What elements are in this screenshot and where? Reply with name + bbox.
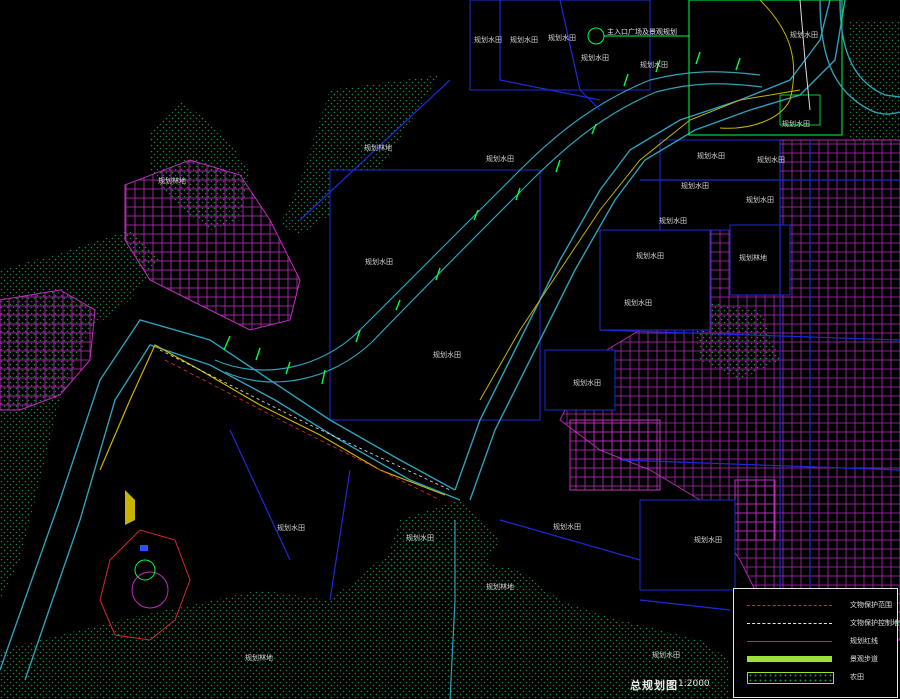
map-label: 规划水田 — [548, 34, 576, 42]
map-label: 规划林地 — [486, 583, 514, 591]
map-label: 规划水田 — [694, 536, 722, 544]
legend: 文物保护范围 文物保护控制地带 规划红线 景观步道 农田 — [733, 588, 900, 698]
map-label: 规划水田 — [433, 351, 461, 359]
drawing-title: 总规划图 — [630, 679, 678, 692]
dotted-box-icon — [747, 672, 834, 684]
map-label: 规划林地 — [364, 144, 392, 152]
map-label: 规划水田 — [659, 217, 687, 225]
map-label: 规划水田 — [581, 54, 609, 62]
green-bar-icon — [747, 656, 832, 662]
map-label: 规划水田 — [782, 120, 810, 128]
map-label: 规划水田 — [652, 651, 680, 659]
map-label: 规划水田 — [636, 252, 664, 260]
legend-label: 文物保护范围 — [850, 601, 892, 609]
legend-label: 景观步道 — [850, 655, 878, 663]
legend-label: 文物保护控制地带 — [850, 619, 900, 627]
map-label: 规划水田 — [681, 182, 709, 190]
map-label: 规划水田 — [624, 299, 652, 307]
legend-label: 农田 — [850, 673, 864, 681]
map-label: 规划水田 — [486, 155, 514, 163]
map-label: 规划水田 — [474, 36, 502, 44]
map-label: 规划林地 — [739, 254, 767, 262]
map-label: 规划林地 — [158, 177, 186, 185]
map-label: 规划水田 — [277, 524, 305, 532]
legend-label: 规划红线 — [850, 637, 878, 645]
red-dashed-line-icon — [747, 605, 832, 606]
map-label: 规划水田 — [640, 61, 668, 69]
map-label: 规划水田 — [553, 523, 581, 531]
drawing-scale: 1:2000 — [678, 679, 710, 689]
legend-item: 文物保护控制地带 — [734, 615, 900, 633]
entrance-callout: 主入口广场及景观规划 — [607, 28, 677, 36]
legend-item: 景观步道 — [734, 651, 897, 669]
map-label: 规划林地 — [245, 654, 273, 662]
map-label: 规划水田 — [790, 31, 818, 39]
map-label: 规划水田 — [746, 196, 774, 204]
map-label: 规划水田 — [757, 156, 785, 164]
map-label: 规划水田 — [365, 258, 393, 266]
map-label: 规划水田 — [406, 534, 434, 542]
red-solid-line-icon — [747, 641, 832, 642]
legend-item: 农田 — [734, 669, 897, 687]
map-label: 规划水田 — [573, 379, 601, 387]
map-label: 规划水田 — [510, 36, 538, 44]
legend-item: 规划红线 — [734, 633, 897, 651]
map-label: 规划水田 — [697, 152, 725, 160]
white-dashed-line-icon — [747, 623, 832, 624]
legend-item: 文物保护范围 — [734, 597, 897, 615]
